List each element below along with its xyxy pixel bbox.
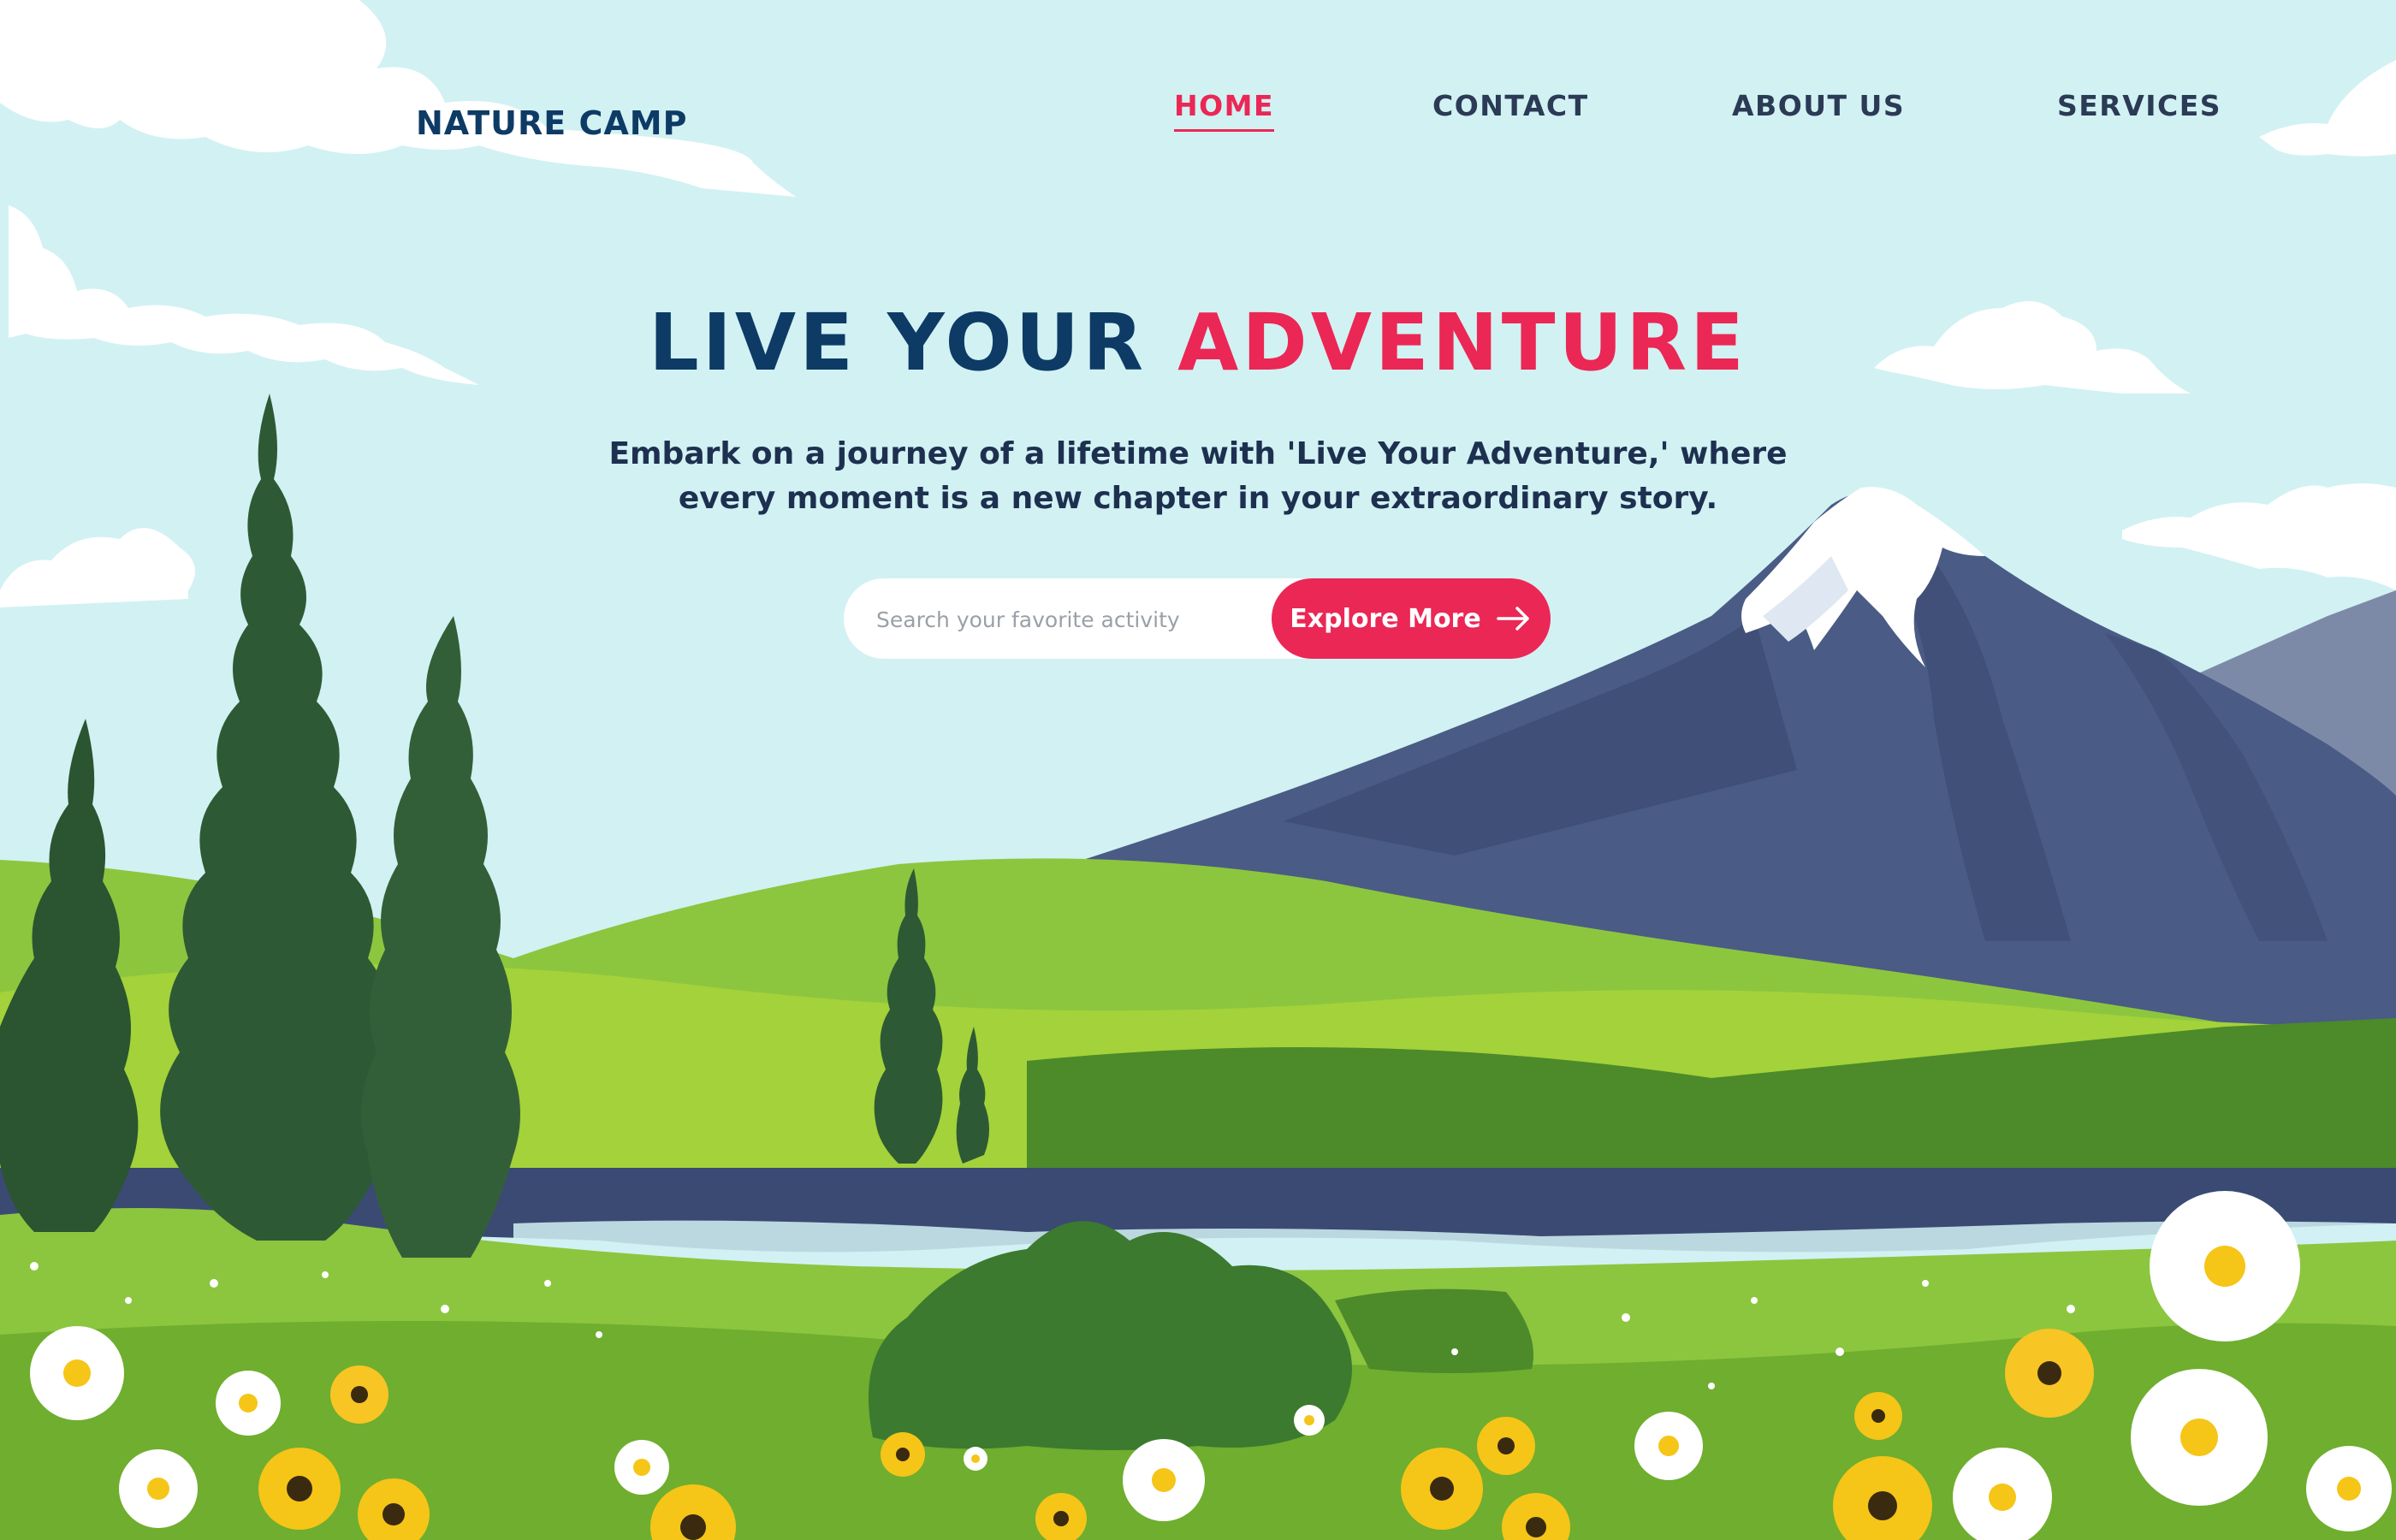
nature-landscape-illustration <box>0 0 2396 1540</box>
hero-subtitle: Embark on a journey of a lifetime with '… <box>608 436 1788 516</box>
nav-contact[interactable]: CONTACT <box>1432 89 1589 129</box>
arrow-right-icon <box>1496 607 1529 631</box>
main-nav: HOME CONTACT ABOUT US SERVICES <box>0 89 2396 140</box>
explore-more-label: Explore More <box>1290 603 1481 634</box>
nav-services[interactable]: SERVICES <box>2057 89 2221 129</box>
explore-more-button[interactable]: Explore More <box>1272 578 1551 659</box>
search-bar: Explore More <box>844 578 1551 659</box>
hero-title-part2: ADVENTURE <box>1177 297 1747 388</box>
nav-home[interactable]: HOME <box>1174 89 1275 132</box>
nav-about-us[interactable]: ABOUT US <box>1732 89 1905 129</box>
landing-page: NATURE CAMP HOME CONTACT ABOUT US SERVIC… <box>0 0 2396 1540</box>
hero-title-part1: LIVE YOUR <box>649 297 1148 388</box>
hero-title: LIVE YOUR ADVENTURE <box>0 299 2396 386</box>
search-input[interactable] <box>875 597 1246 642</box>
